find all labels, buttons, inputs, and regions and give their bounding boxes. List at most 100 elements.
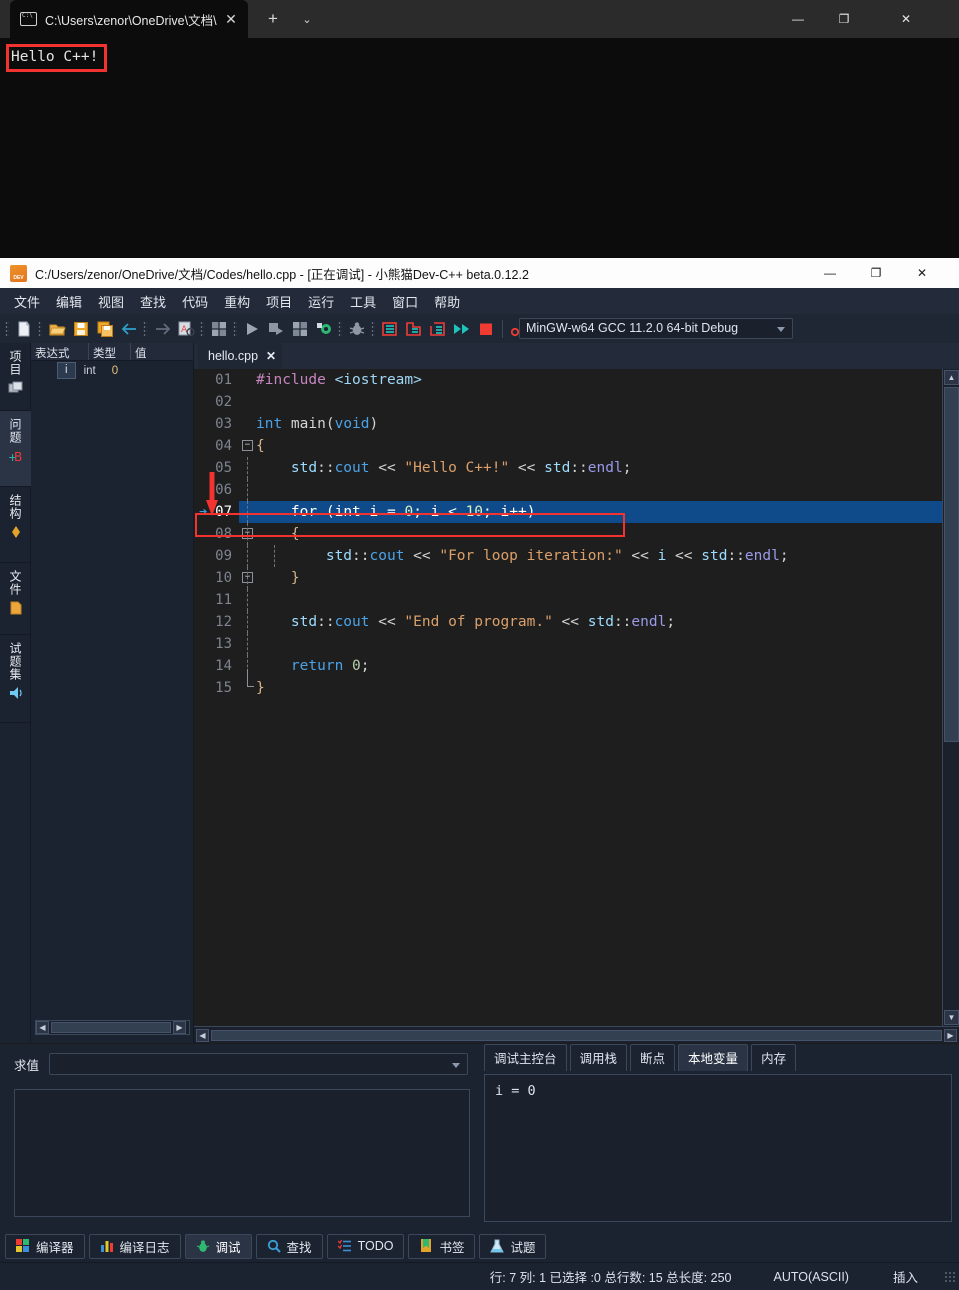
options-gear-icon[interactable] — [312, 317, 336, 341]
scroll-up-arrow-icon[interactable]: ▲ — [944, 370, 959, 385]
code-line-01[interactable]: 01 #include <iostream> — [194, 369, 942, 391]
code-line-07[interactable]: 07 ➔ for (int i = 0; i < 10; i++) — [194, 501, 942, 523]
code-line-14[interactable]: 14 return 0; — [194, 655, 942, 677]
line-number[interactable]: 14 — [194, 655, 239, 677]
debug-bug-icon[interactable] — [345, 317, 369, 341]
terminal-tab[interactable]: C:\Users\zenor\OneDrive\文档\ ✕ — [10, 0, 248, 38]
terminal-body[interactable]: Hello C++! — [0, 38, 959, 258]
code-line-02[interactable]: 02 — [194, 391, 942, 413]
toolbar-grip[interactable] — [369, 318, 378, 340]
new-file-icon[interactable] — [12, 317, 36, 341]
menu-item-2[interactable]: 视图 — [90, 289, 132, 314]
watch-horizontal-scrollbar[interactable]: ◀ ▶ — [35, 1020, 190, 1035]
line-number[interactable]: 09 — [194, 545, 239, 567]
rail-item-0[interactable]: 项目 — [0, 343, 31, 411]
status-encoding[interactable]: AUTO(ASCII) — [774, 1270, 849, 1284]
line-number[interactable]: 04 — [194, 435, 239, 457]
menu-item-6[interactable]: 项目 — [258, 289, 300, 314]
code-line-08[interactable]: 08− { — [194, 523, 942, 545]
rail-item-1[interactable]: 问题 + B — [0, 411, 31, 487]
watch-expression[interactable]: i — [57, 362, 76, 379]
debug-tab-3[interactable]: 本地变量 — [678, 1044, 749, 1071]
rail-item-4[interactable]: 试题集 — [0, 635, 31, 723]
bottom-tab-1[interactable]: 编译日志 — [88, 1233, 181, 1259]
status-insert-mode[interactable]: 插入 — [893, 1267, 918, 1286]
fold-toggle-icon[interactable]: − — [242, 440, 253, 451]
scroll-down-arrow-icon[interactable]: ▼ — [944, 1010, 959, 1025]
toolbar-grip[interactable] — [231, 318, 240, 340]
compile-icon[interactable] — [207, 317, 231, 341]
bottom-tab-6[interactable]: 试题 — [479, 1233, 547, 1259]
scroll-right-arrow-icon[interactable]: ▶ — [173, 1021, 186, 1034]
evaluate-input[interactable] — [49, 1053, 468, 1075]
debug-tab-4[interactable]: 内存 — [751, 1044, 797, 1071]
chevron-down-icon[interactable]: ⌄ — [296, 9, 318, 31]
code-line-15[interactable]: 15} — [194, 669, 942, 699]
debug-tab-0[interactable]: 调试主控台 — [484, 1044, 567, 1071]
bottom-tab-5[interactable]: 书签 — [408, 1233, 476, 1259]
menu-item-4[interactable]: 代码 — [174, 289, 216, 314]
terminal-close-button[interactable]: ✕ — [883, 0, 929, 38]
menu-item-10[interactable]: 帮助 — [426, 289, 468, 314]
menu-item-3[interactable]: 查找 — [132, 289, 174, 314]
step-into-icon[interactable] — [402, 317, 426, 341]
step-out-icon[interactable] — [426, 317, 450, 341]
debug-tab-1[interactable]: 调用栈 — [569, 1044, 628, 1071]
scroll-right-arrow-icon[interactable]: ▶ — [944, 1028, 957, 1042]
step-over-icon[interactable] — [378, 317, 402, 341]
code-line-05[interactable]: 05 std::cout << "Hello C++!" << std::end… — [194, 457, 942, 479]
watch-column-value[interactable]: 值 — [131, 343, 193, 360]
find-replace-icon[interactable]: A — [174, 317, 198, 341]
watch-column-expression[interactable]: 表达式 — [31, 343, 89, 360]
code-line-03[interactable]: 03 int main(void) — [194, 413, 942, 435]
code-line-04[interactable]: 04−{ — [194, 435, 942, 457]
menu-item-0[interactable]: 文件 — [6, 289, 48, 314]
back-arrow-icon[interactable] — [117, 317, 141, 341]
line-number[interactable]: 01 — [194, 369, 239, 391]
forward-arrow-icon[interactable] — [150, 317, 174, 341]
new-tab-button[interactable]: + — [262, 9, 284, 31]
terminal-maximize-button[interactable]: ❐ — [821, 0, 867, 38]
line-number[interactable]: 02 — [194, 391, 239, 413]
menu-item-7[interactable]: 运行 — [300, 289, 342, 314]
editor-vertical-scrollbar[interactable]: ▲ ▼ — [942, 369, 959, 1026]
line-number[interactable]: 13 — [194, 633, 239, 655]
bottom-tab-4[interactable]: TODO — [326, 1233, 405, 1259]
rail-item-2[interactable]: 结构 — [0, 487, 31, 563]
code-line-11[interactable]: 11 — [194, 589, 942, 611]
line-number[interactable]: 08 — [194, 523, 239, 545]
code-line-06[interactable]: 06 — [194, 479, 942, 501]
run-icon[interactable] — [240, 317, 264, 341]
ide-close-button[interactable]: ✕ — [899, 258, 945, 288]
toolbar-grip[interactable] — [141, 318, 150, 340]
scroll-left-arrow-icon[interactable]: ◀ — [196, 1028, 209, 1042]
code-line-10[interactable]: 10− } — [194, 567, 942, 589]
compiler-profile-select[interactable]: MinGW-w64 GCC 11.2.0 64-bit Debug — [519, 318, 793, 339]
toolbar-grip[interactable] — [198, 318, 207, 340]
scrollbar-thumb[interactable] — [944, 387, 959, 742]
rebuild-icon[interactable] — [288, 317, 312, 341]
close-icon[interactable]: ✕ — [266, 349, 276, 363]
compile-run-icon[interactable] — [264, 317, 288, 341]
menu-item-1[interactable]: 编辑 — [48, 289, 90, 314]
menu-item-5[interactable]: 重构 — [216, 289, 258, 314]
debug-tab-2[interactable]: 断点 — [630, 1044, 676, 1071]
code-editor[interactable]: 01 #include <iostream> 02 03 int main(void) 0… — [194, 369, 942, 1026]
bottom-tab-0[interactable]: 编译器 — [5, 1233, 85, 1259]
line-number[interactable]: 11 — [194, 589, 239, 611]
open-folder-icon[interactable] — [45, 317, 69, 341]
line-number[interactable]: 12 — [194, 611, 239, 633]
resize-grip-icon[interactable] — [944, 1270, 956, 1283]
close-icon[interactable]: ✕ — [220, 12, 242, 26]
ide-minimize-button[interactable]: — — [807, 258, 853, 288]
toolbar-grip[interactable] — [3, 318, 12, 340]
scrollbar-thumb[interactable] — [211, 1029, 942, 1041]
line-number[interactable]: 15 — [194, 677, 239, 699]
menu-item-8[interactable]: 工具 — [342, 289, 384, 314]
save-icon[interactable] — [69, 317, 93, 341]
watch-row[interactable]: i int 0 — [31, 361, 193, 380]
terminal-minimize-button[interactable]: — — [775, 0, 821, 38]
stop-icon[interactable] — [474, 317, 498, 341]
bottom-tab-3[interactable]: 查找 — [255, 1233, 323, 1259]
editor-horizontal-scrollbar[interactable]: ◀ ▶ — [194, 1026, 959, 1043]
